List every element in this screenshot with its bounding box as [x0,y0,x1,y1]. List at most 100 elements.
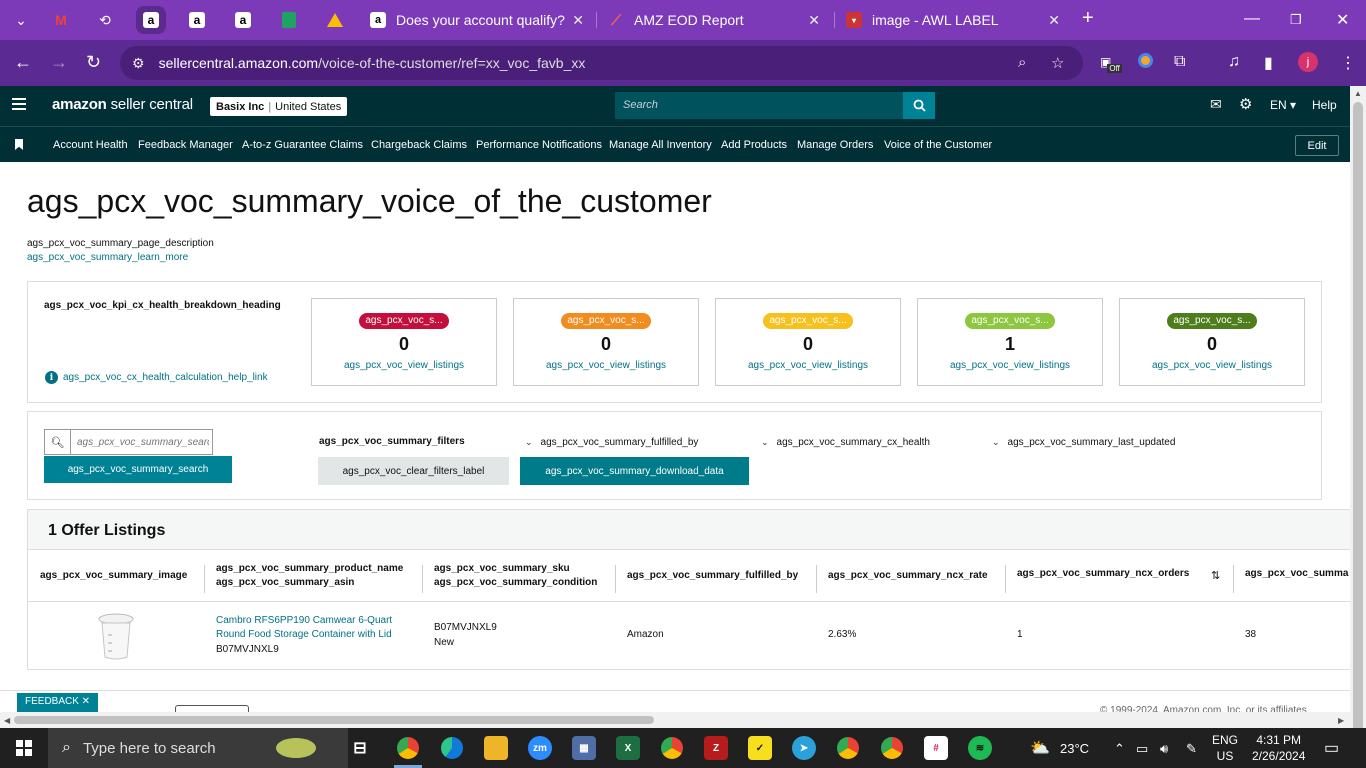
chrome-profile-2-icon[interactable] [836,736,860,760]
extensions-puzzle-icon[interactable]: ⧉ [1174,53,1185,71]
tab-drive[interactable] [320,6,350,34]
store-selector[interactable]: Basix Inc | United States [210,97,348,116]
tab-search-icon[interactable]: ⌄ [6,6,36,34]
vertical-scroll-thumb[interactable] [1353,102,1363,736]
zoom-icon[interactable]: ⌕ [1018,54,1026,71]
hamburger-menu-icon[interactable] [12,98,26,113]
tray-expand-icon[interactable]: ⌃ [1114,741,1125,757]
scroll-up-icon[interactable]: ▲ [1354,89,1362,98]
close-icon[interactable]: ✕ [572,12,584,29]
vertical-scrollbar[interactable]: ▲ [1350,86,1366,736]
excel-icon[interactable]: X [616,736,640,760]
battery-icon[interactable]: ▭ [1136,741,1148,757]
summary-search-box[interactable]: 🔍︎ [44,429,213,455]
horizontal-scrollbar[interactable]: ◀ ▶ [0,712,1350,728]
browser-menu-icon[interactable]: ⋮ [1340,53,1356,73]
tab-amazon-active[interactable]: a [136,6,166,34]
tab-eod-report[interactable]: ⟋ AMZ EOD Report ✕ [608,6,820,34]
pen-icon[interactable]: ✎ [1186,741,1197,757]
side-panel-icon[interactable]: ▮ [1264,53,1273,73]
filter-cx-health[interactable]: ⌄ ags_pcx_voc_summary_cx_health [761,437,930,448]
close-icon[interactable]: ✕ [808,12,820,29]
nav-manage-inventory[interactable]: Manage All Inventory [609,139,712,151]
volume-icon[interactable]: 🔊︎ [1160,741,1168,757]
nav-chargeback-claims[interactable]: Chargeback Claims [371,139,467,151]
tab-awl-label[interactable]: ▾ image - AWL LABEL ✕ [846,6,1060,34]
reload-icon[interactable]: ↻ [86,52,101,73]
product-image[interactable] [98,613,134,661]
nav-voice-of-customer[interactable]: Voice of the Customer [884,139,992,151]
horizontal-scroll-thumb[interactable] [14,716,654,724]
task-view-icon[interactable]: ⊟ [348,736,372,760]
product-name-link[interactable]: Cambro RFS6PP190 Camwear 6-Quart Round Fo… [216,614,392,642]
extension-off-icon[interactable]: ▣Off [1100,53,1126,73]
tab-qualify[interactable]: a Does your account qualify? ✕ [370,6,584,34]
tab-history[interactable]: ⟲ [90,6,120,34]
nav-account-health[interactable]: Account Health [53,139,128,151]
chrome-profile-icon[interactable] [660,736,684,760]
filter-fulfilled-by[interactable]: ⌄ ags_pcx_voc_summary_fulfilled_by [525,437,698,448]
language-indicator[interactable]: ENG US [1212,732,1238,764]
col-ncx-orders-header[interactable]: ags_pcx_voc_summary_ncx_orders [1017,567,1189,581]
new-tab-button[interactable]: + [1082,7,1094,30]
nav-manage-orders[interactable]: Manage Orders [797,139,873,151]
feedback-tab[interactable]: FEEDBACK ✕ [17,693,99,712]
restore-button[interactable]: ❐ [1290,12,1302,28]
language-selector[interactable]: EN ▾ [1270,98,1296,112]
scroll-left-icon[interactable]: ◀ [4,716,10,725]
view-listings-link[interactable]: ags_pcx_voc_view_listings [918,360,1102,371]
clear-filters-button[interactable]: ags_pcx_voc_clear_filters_label [318,457,509,485]
download-data-button[interactable]: ags_pcx_voc_summary_download_data [520,457,749,485]
sticky-notes-icon[interactable]: ✓ [748,736,772,760]
edge-icon[interactable] [440,736,464,760]
filezilla-icon[interactable]: Z [704,736,728,760]
tab-sheets[interactable] [274,6,304,34]
mail-icon[interactable]: ✉ [1210,96,1222,113]
slack-icon[interactable]: # [924,736,948,760]
tab-gmail[interactable]: M [46,6,76,34]
seller-central-logo[interactable]: amazon seller central [52,96,193,113]
nav-add-products[interactable]: Add Products [721,139,787,151]
chrome-icon[interactable] [396,736,420,760]
col-next-header[interactable]: ags_pcx_voc_summa [1245,567,1348,581]
summary-search-input[interactable] [71,436,209,448]
nav-atoz-claims[interactable]: A-to-z Guarantee Claims [242,139,363,151]
col-product-name-header[interactable]: ags_pcx_voc_summary_product_name ags_pcx_… [216,562,403,590]
calculator-icon[interactable]: ▦ [572,736,596,760]
notifications-icon[interactable]: ▭ [1324,738,1339,758]
view-listings-link[interactable]: ags_pcx_voc_view_listings [1120,360,1304,371]
telegram-icon[interactable]: ➤ [792,736,816,760]
profile-avatar[interactable]: j [1298,52,1318,72]
edit-nav-button[interactable]: Edit [1295,135,1339,156]
nav-feedback-manager[interactable]: Feedback Manager [138,139,233,151]
view-listings-link[interactable]: ags_pcx_voc_view_listings [312,360,496,371]
kpi-help-link[interactable]: i ags_pcx_voc_cx_health_calculation_help… [45,371,268,384]
back-arrow-icon[interactable]: ← [14,52,32,73]
learn-more-link[interactable]: ags_pcx_voc_summary_learn_more [27,252,188,263]
nav-performance-notifications[interactable]: Performance Notifications [476,139,602,151]
close-icon[interactable]: ✕ [1048,12,1060,29]
tab-amazon-3[interactable]: a [228,6,258,34]
tab-amazon-2[interactable]: a [182,6,212,34]
col-ncx-rate-header[interactable]: ags_pcx_voc_summary_ncx_rate [828,569,988,583]
windows-start-icon[interactable] [16,740,32,756]
filter-last-updated[interactable]: ⌄ ags_pcx_voc_summary_last_updated [992,437,1175,448]
scroll-right-icon[interactable]: ▶ [1338,716,1344,725]
clock[interactable]: 4:31 PM 2/26/2024 [1252,732,1305,764]
gear-icon[interactable]: ⚙ [1239,95,1252,113]
chrome-profile-3-icon[interactable] [880,736,904,760]
summary-search-button[interactable]: ags_pcx_voc_summary_search [44,456,232,483]
address-bar[interactable]: ⚙ sellercentral.amazon.com/voice-of-the-… [120,46,1083,80]
bookmark-icon[interactable] [15,139,23,150]
site-settings-icon[interactable]: ⚙ [132,55,145,72]
view-listings-link[interactable]: ags_pcx_voc_view_listings [716,360,900,371]
header-search-input[interactable]: Search [615,92,905,119]
col-sku-header[interactable]: ags_pcx_voc_summary_sku ags_pcx_voc_summa… [434,562,597,590]
zoom-app-icon[interactable]: zm [528,736,552,760]
minimize-button[interactable]: — [1244,10,1260,28]
weather-icon[interactable]: ⛅ [1030,738,1050,758]
weather-temp[interactable]: 23°C [1060,741,1089,756]
sort-icon[interactable]: ⇅ [1211,569,1220,582]
col-fulfilled-by-header[interactable]: ags_pcx_voc_summary_fulfilled_by [627,569,798,583]
header-search-button[interactable] [903,92,935,119]
